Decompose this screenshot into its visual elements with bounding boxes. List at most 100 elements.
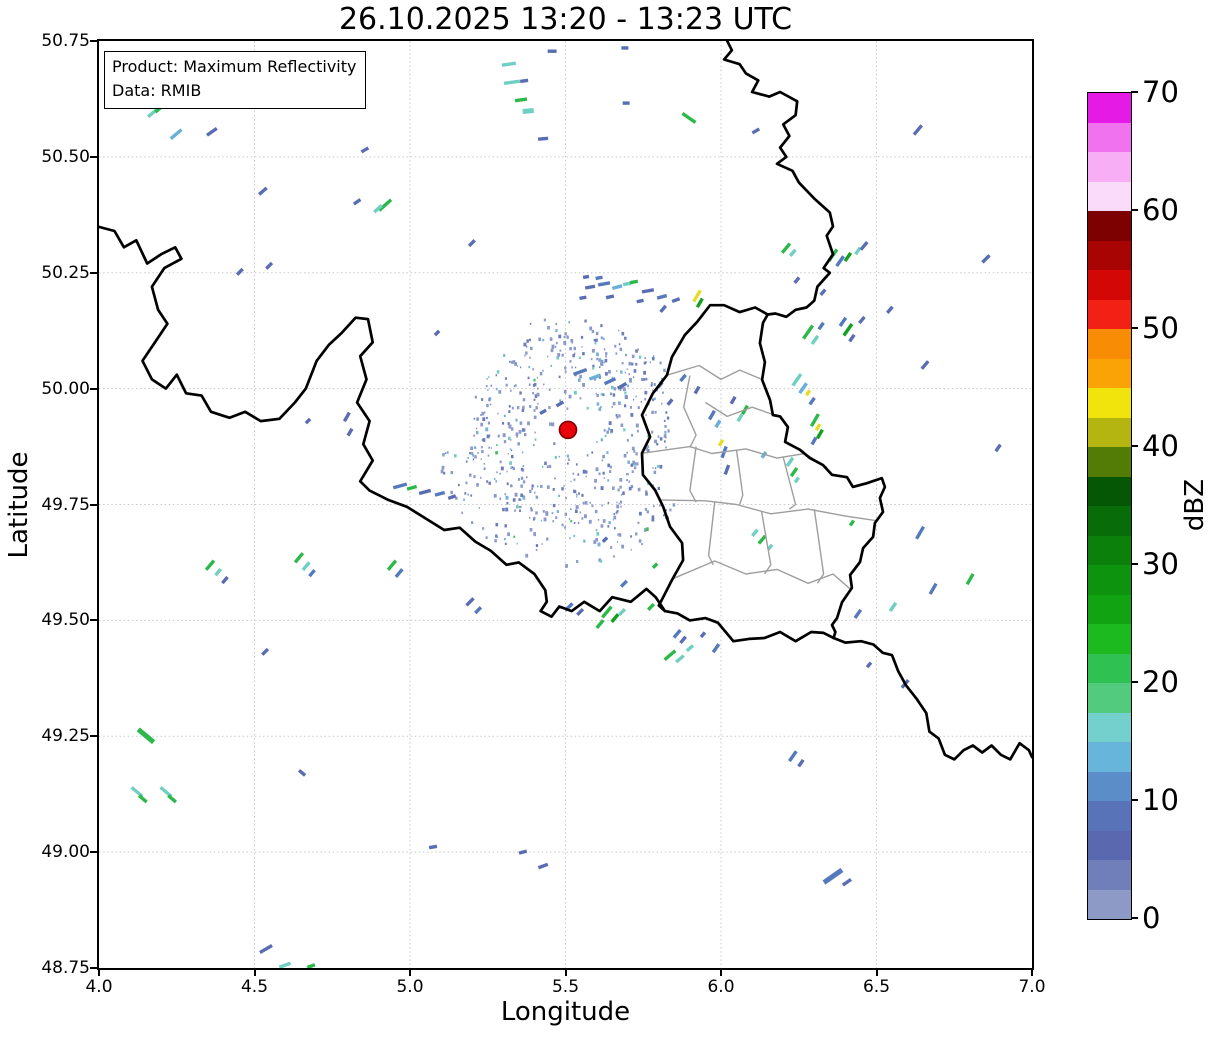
annotation-product-line: Product: Maximum Reflectivity	[112, 57, 357, 76]
clutter-speckle	[626, 439, 629, 442]
clutter-speckle	[549, 337, 553, 341]
clutter-speckle	[652, 467, 654, 469]
clutter-speckle	[582, 352, 585, 356]
clutter-speckle	[606, 430, 609, 434]
clutter-speckle	[581, 346, 583, 348]
radar-echo	[788, 750, 798, 763]
clutter-speckle	[579, 511, 582, 514]
colorbar-tick-label: 20	[1142, 665, 1179, 699]
colorbar-segment	[1088, 535, 1131, 565]
radar-echo	[854, 246, 862, 256]
radar-echo	[576, 608, 585, 617]
clutter-speckle	[495, 387, 498, 391]
clutter-speckle	[533, 409, 536, 412]
clutter-speckle	[590, 358, 593, 361]
clutter-speckle	[518, 498, 521, 501]
radar-echo	[859, 240, 869, 251]
clutter-speckle	[465, 481, 468, 485]
clutter-speckle	[599, 559, 603, 563]
y-tick-label: 50.25	[41, 262, 90, 283]
clutter-speckle	[531, 487, 534, 491]
clutter-speckle	[502, 421, 505, 425]
clutter-speckle	[480, 476, 482, 479]
clutter-speckle	[602, 454, 605, 459]
radar-echo	[853, 608, 863, 619]
clutter-speckle	[502, 507, 505, 512]
clutter-speckle	[659, 465, 663, 469]
region-border-path	[683, 375, 697, 448]
x-tick-label: 6.5	[862, 977, 891, 997]
clutter-speckle	[569, 360, 572, 363]
colorbar-segment	[1088, 683, 1131, 713]
clutter-speckle	[565, 564, 568, 568]
radar-echo	[394, 568, 404, 579]
colorbar-tick-mark	[1131, 445, 1138, 447]
colorbar-segment	[1088, 889, 1131, 919]
clutter-speckle	[633, 369, 637, 373]
clutter-speckle	[529, 322, 532, 325]
clutter-speckle	[653, 383, 656, 387]
radar-echo	[717, 438, 725, 447]
clutter-speckle	[542, 369, 544, 372]
radar-echo	[693, 385, 701, 395]
colorbar-segment	[1088, 653, 1131, 683]
clutter-speckle	[519, 505, 522, 509]
radar-echo	[814, 423, 822, 431]
clutter-speckle	[532, 392, 535, 395]
clutter-speckle	[563, 389, 567, 394]
colorbar-segment	[1088, 181, 1131, 211]
clutter-speckle	[480, 458, 482, 460]
clutter-speckle	[582, 501, 585, 505]
clutter-speckle	[488, 434, 491, 437]
clutter-speckle	[596, 352, 599, 357]
clutter-speckle	[561, 353, 564, 357]
clutter-speckle	[547, 325, 550, 330]
clutter-speckle	[536, 387, 539, 390]
radar-echo	[386, 559, 398, 571]
radar-echo	[610, 613, 620, 623]
radar-echo	[699, 631, 707, 639]
clutter-speckle	[533, 532, 536, 536]
radar-echo	[848, 333, 856, 343]
clutter-speckle	[493, 477, 496, 480]
radar-echo	[308, 568, 316, 578]
clutter-speckle	[644, 398, 647, 401]
clutter-speckle	[464, 492, 467, 495]
radar-echo	[663, 649, 677, 661]
clutter-speckle	[665, 446, 667, 449]
clutter-speckle	[511, 406, 514, 410]
clutter-speckle	[564, 332, 567, 336]
clutter-speckle	[508, 424, 512, 429]
radar-echo	[518, 849, 528, 855]
clutter-speckle	[663, 440, 666, 443]
radar-echo	[757, 534, 767, 545]
clutter-speckle	[594, 509, 598, 514]
clutter-speckle	[525, 553, 529, 558]
clutter-speckle	[540, 484, 543, 488]
clutter-speckle	[508, 410, 511, 414]
clutter-speckle	[506, 501, 509, 505]
radar-echo	[766, 543, 774, 551]
clutter-speckle	[636, 462, 639, 466]
colorbar-tick-mark	[1131, 563, 1138, 565]
clutter-speckle	[535, 495, 539, 499]
y-tick-mark	[90, 967, 97, 969]
annotation-box: Product: Maximum Reflectivity Data: RMIB	[104, 51, 367, 109]
clutter-speckle	[482, 417, 486, 422]
clutter-speckle	[566, 335, 569, 339]
clutter-speckle	[630, 463, 634, 467]
clutter-speckle	[561, 487, 564, 491]
clutter-speckle	[597, 518, 600, 521]
clutter-speckle	[536, 485, 539, 488]
clutter-speckle	[564, 512, 568, 516]
clutter-speckle	[603, 361, 606, 364]
clutter-speckle	[598, 407, 602, 411]
clutter-speckle	[564, 366, 567, 370]
clutter-speckle	[626, 384, 630, 388]
radar-echo	[522, 108, 534, 114]
clutter-speckle	[600, 486, 604, 491]
clutter-speckle	[507, 453, 509, 455]
clutter-speckle	[520, 476, 524, 480]
clutter-speckle	[613, 515, 617, 520]
y-tick-label: 49.25	[41, 726, 90, 747]
